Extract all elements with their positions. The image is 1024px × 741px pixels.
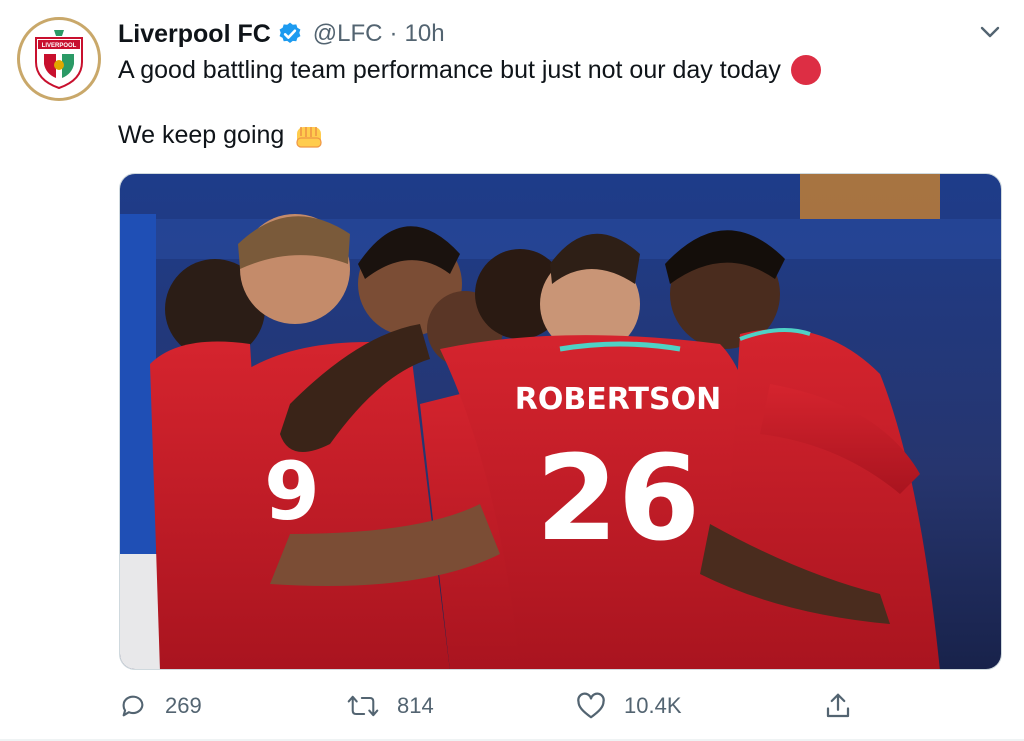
- retweet-count: 814: [397, 693, 434, 718]
- fist-emoji-icon: [296, 126, 322, 148]
- tweet-actions: 269 814 10.4K: [119, 686, 879, 726]
- share-icon: [826, 693, 850, 718]
- red-circle-emoji-icon: [790, 55, 821, 85]
- crest-text: LIVERPOOL: [42, 43, 77, 49]
- author-handle[interactable]: @LFC: [313, 20, 383, 48]
- reply-count: 269: [165, 693, 202, 718]
- jersey-number: 26: [536, 429, 700, 567]
- lfc-crest-icon: LIVERPOOL: [35, 30, 83, 90]
- jersey-name: ROBERTSON: [515, 382, 721, 417]
- reply-button[interactable]: 269: [119, 686, 202, 726]
- like-button[interactable]: 10.4K: [576, 686, 682, 726]
- reply-icon: [122, 695, 144, 717]
- tweet-text-line2: We keep going: [118, 121, 324, 150]
- retweet-button[interactable]: 814: [347, 686, 434, 726]
- separator-dot: ·: [389, 20, 398, 47]
- retweet-icon: [347, 695, 379, 717]
- tweet-text: A good battling team performance but jus…: [118, 55, 781, 84]
- heart-icon: [577, 692, 605, 719]
- jersey-number-left: 9: [264, 445, 320, 538]
- tweet-photo[interactable]: ROBERTSON 26 9: [119, 173, 1002, 670]
- team-huddle-image: ROBERTSON 26 9: [120, 174, 1001, 669]
- author-name[interactable]: Liverpool FC: [118, 20, 271, 49]
- tweet-text-line1: A good battling team performance but jus…: [118, 55, 821, 85]
- share-button[interactable]: [823, 686, 853, 726]
- like-count: 10.4K: [624, 693, 682, 718]
- tweet-text-continued: We keep going: [118, 121, 285, 149]
- tweet-time[interactable]: 10h: [405, 20, 445, 48]
- chevron-down-icon[interactable]: [974, 20, 1006, 44]
- tweet-header: Liverpool FC @LFC · 10h: [118, 17, 445, 51]
- verified-badge-icon: [279, 22, 301, 43]
- avatar[interactable]: LIVERPOOL: [17, 17, 101, 101]
